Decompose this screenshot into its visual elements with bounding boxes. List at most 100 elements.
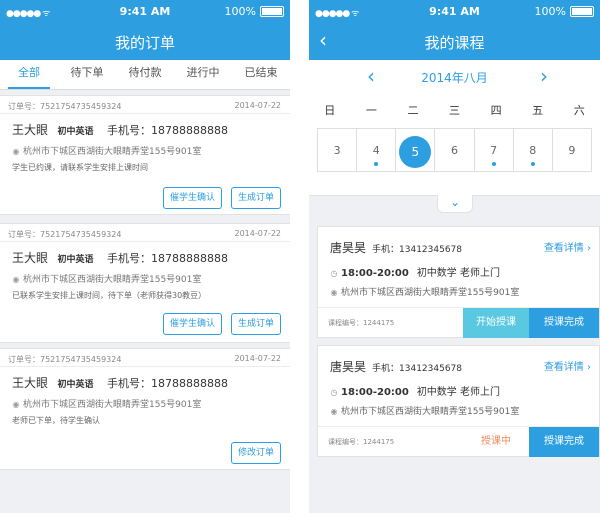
class-indicator-dot: [491, 162, 496, 166]
weekday-label: 三: [449, 104, 461, 117]
weekday-label: 四: [490, 104, 502, 117]
courses-screen: ●●●●● ᯤ 9:41 AM 100% ‹ 我的课程 ‹ 2014年八月 › …: [309, 0, 600, 513]
day-number: 3: [333, 144, 341, 157]
location-pin-icon: ◉: [330, 288, 338, 297]
day-number: 8: [529, 144, 537, 157]
calendar-header: ‹ 2014年八月 ›: [309, 60, 600, 93]
battery-percent: 100%: [534, 5, 566, 18]
order-number: 订单号：7521754735459324: [8, 230, 122, 239]
class-indicator-dot: [374, 162, 379, 166]
clock-icon: ◷: [330, 388, 338, 397]
day-cell[interactable]: 4: [356, 129, 395, 171]
day-cell[interactable]: 3: [318, 129, 356, 171]
order-date: 2014-07-22: [234, 229, 282, 238]
day-number: 7: [490, 144, 498, 157]
page-title: 我的课程: [424, 34, 485, 52]
phone-number: 手机号：18788888888: [107, 377, 229, 390]
order-card: 订单号：7521754735459324 2014-07-22 王大眼 初中英语…: [0, 223, 290, 343]
course-code: 课程编号：1244175: [328, 319, 395, 327]
location-pin-icon: ◉: [12, 400, 20, 409]
day-cell[interactable]: 9: [551, 129, 591, 171]
class-time: 18:00-20:00: [341, 387, 409, 398]
day-number: 9: [568, 144, 576, 157]
day-number: 4: [372, 144, 380, 157]
next-month-icon[interactable]: ›: [540, 64, 548, 88]
order-note: 已联系学生安排上课时间，待下单（老师获得30教豆）: [12, 291, 207, 300]
order-card: 订单号：7521754735459324 2014-07-22 王大眼 初中英语…: [0, 95, 290, 215]
battery-icon: [260, 6, 284, 17]
nav-bar: 我的订单: [0, 24, 290, 60]
phone-number: 手机号：18788888888: [107, 124, 229, 137]
generate-order-button[interactable]: 生成订单: [230, 313, 281, 335]
remind-student-button[interactable]: 催学生确认: [162, 313, 222, 335]
clock-icon: ◷: [330, 269, 338, 278]
phone-number: 手机：13412345678: [372, 245, 463, 255]
phone-number: 手机：13412345678: [372, 364, 463, 374]
tab-in-progress[interactable]: 进行中: [174, 60, 232, 89]
course-code: 课程编号：1244175: [328, 438, 395, 446]
status-bar: ●●●●● ᯤ 9:41 AM 100%: [0, 0, 290, 24]
weekday-label: 二: [407, 104, 419, 117]
weekday-label: 六: [573, 104, 585, 117]
order-tabs: 全部 待下单 待付款 进行中 已结束: [0, 60, 290, 90]
tab-finished[interactable]: 已结束: [232, 60, 290, 89]
student-name: 唐昊昊: [330, 241, 367, 255]
order-number: 订单号：7521754735459324: [8, 355, 122, 364]
in-progress-status: 授课中: [481, 436, 511, 447]
order-number: 订单号：7521754735459324: [8, 102, 122, 111]
view-details-label: 查看详情: [543, 243, 584, 254]
order-note: 学生已约课，请联系学生安排上课时间: [12, 163, 148, 172]
page-title: 我的订单: [114, 34, 175, 52]
view-details-link[interactable]: 查看详情 ›: [544, 358, 591, 373]
order-note: 老师已下单，待学生确认: [12, 416, 100, 425]
phone-number: 手机号：18788888888: [107, 252, 229, 265]
view-details-link[interactable]: 查看详情 ›: [544, 239, 591, 254]
weekday-row: 日 一 二 三 四 五 六: [309, 102, 600, 126]
week-days: 3 4 5 6 7 8 9: [317, 128, 592, 172]
tab-all[interactable]: 全部: [0, 60, 58, 89]
class-indicator-dot: [530, 162, 535, 166]
location-pin-icon: ◉: [12, 275, 20, 284]
subject-label: 初中英语: [57, 127, 94, 137]
course-card: 唐昊昊 手机：13412345678 查看详情 › ◷ 18:00-20:00 初中数…: [317, 226, 600, 338]
subject-label: 初中英语: [57, 380, 94, 390]
tab-pending-order[interactable]: 待下单: [58, 60, 116, 89]
modify-order-button[interactable]: 修改订单: [230, 442, 281, 464]
day-cell[interactable]: 5: [395, 129, 434, 171]
address-text: 杭州市下城区西湖街大眼睛弄堂155号901室: [23, 400, 202, 410]
weekday-label: 一: [365, 104, 377, 117]
address-text: 杭州市下城区西湖街大眼睛弄堂155号901室: [23, 275, 202, 285]
start-class-button[interactable]: 开始授课: [463, 308, 529, 338]
selected-day: 5: [399, 136, 432, 168]
class-time: 18:00-20:00: [341, 268, 409, 279]
chevron-right-icon: ›: [587, 243, 591, 254]
weekday-label: 日: [324, 104, 336, 117]
subject-label: 初中英语: [57, 255, 94, 265]
chevron-right-icon: ›: [587, 362, 591, 373]
nav-bar: ‹ 我的课程: [309, 24, 600, 60]
address-text: 杭州市下城区西湖街大眼睛弄堂155号901室: [341, 407, 520, 417]
day-cell[interactable]: 6: [434, 129, 473, 171]
address-text: 杭州市下城区西湖街大眼睛弄堂155号901室: [23, 147, 202, 157]
generate-order-button[interactable]: 生成订单: [230, 187, 281, 209]
student-name: 王大眼: [12, 251, 49, 265]
teaching-mode: 老师上门: [460, 387, 500, 398]
weekday-label: 五: [532, 104, 544, 117]
day-cell[interactable]: 8: [512, 129, 552, 171]
subject-label: 初中数学: [416, 387, 457, 398]
class-complete-button[interactable]: 授课完成: [529, 308, 599, 338]
day-number: 6: [450, 144, 458, 157]
class-complete-button[interactable]: 授课完成: [529, 427, 599, 457]
tab-pending-payment[interactable]: 待付款: [116, 60, 174, 89]
course-card: 唐昊昊 手机：13412345678 查看详情 › ◷ 18:00-20:00 初中数…: [317, 345, 600, 457]
status-bar: ●●●●● ᯤ 9:41 AM 100%: [309, 0, 600, 24]
expand-calendar-icon[interactable]: ⌄: [437, 195, 473, 213]
remind-student-button[interactable]: 催学生确认: [162, 187, 222, 209]
order-date: 2014-07-22: [234, 354, 282, 363]
calendar-month: 2014年八月: [421, 71, 488, 85]
day-cell[interactable]: 7: [473, 129, 513, 171]
orders-screen: ●●●●● ᯤ 9:41 AM 100% 我的订单 全部 待下单 待付款 进行中…: [0, 0, 290, 513]
calendar-footer: [309, 172, 600, 196]
address-text: 杭州市下城区西湖街大眼睛弄堂155号901室: [341, 288, 520, 298]
location-pin-icon: ◉: [330, 407, 338, 416]
